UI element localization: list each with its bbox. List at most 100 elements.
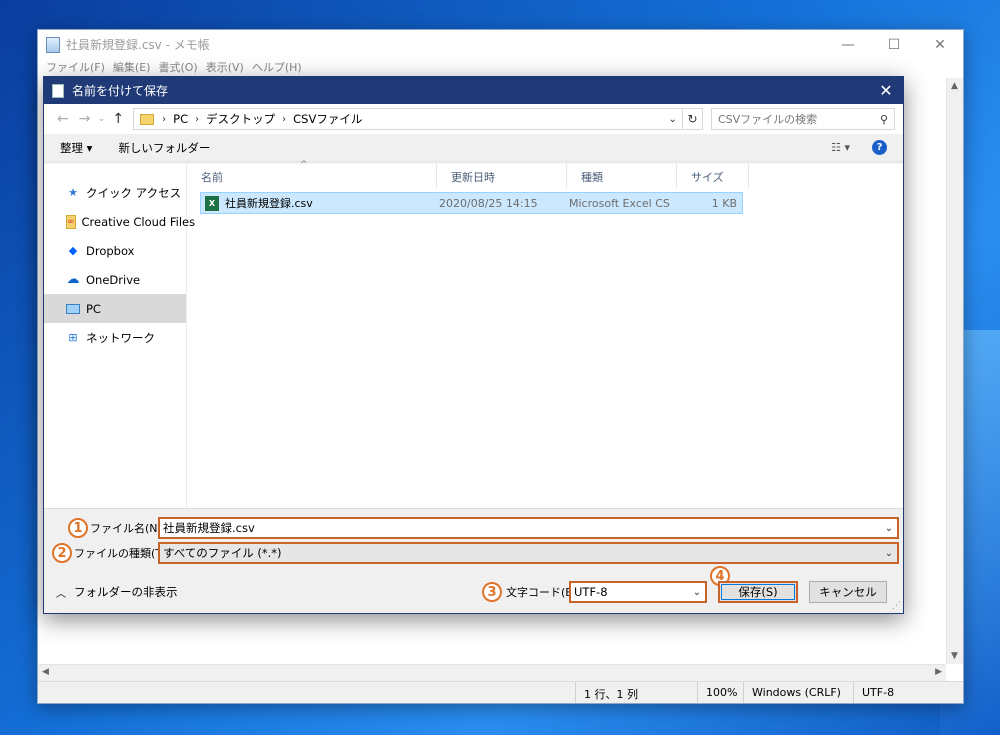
status-line-ending: Windows (CRLF)	[743, 682, 853, 703]
minimize-button[interactable]: —	[825, 30, 871, 59]
recent-dropdown-icon[interactable]: ⌄	[96, 114, 108, 124]
notepad-horizontal-scrollbar[interactable]: ◀ ▶	[38, 664, 946, 681]
file-modified: 2020/08/25 14:15	[439, 196, 538, 210]
notepad-vertical-scrollbar[interactable]: ▲ ▼	[946, 78, 963, 664]
chevron-down-icon[interactable]: ⌄	[881, 548, 897, 559]
encoding-row: 3 文字コード(E):	[482, 581, 580, 603]
chevron-down-icon[interactable]: ⌄	[662, 113, 682, 125]
nav-item-dropbox[interactable]: ◆ Dropbox	[44, 236, 186, 265]
column-header-modified[interactable]: 更新日時	[437, 164, 567, 188]
file-size: 1 KB	[711, 196, 737, 210]
save-as-dialog: 名前を付けて保存 ✕ ← → ⌄ ↑ › PC › デスクトップ › CSVファ…	[43, 76, 904, 614]
filetype-row: 2 ファイルの種類(T):	[52, 542, 170, 564]
back-icon[interactable]: ←	[52, 111, 74, 127]
file-list: ^ 名前 更新日時 種類 サイズ X 社員新規登録.csv 2020/08/25 …	[187, 160, 903, 508]
column-header-type[interactable]: 種類	[567, 164, 677, 188]
breadcrumb-pc[interactable]: PC	[173, 112, 188, 126]
chevron-right-icon: ›	[282, 113, 287, 125]
search-icon[interactable]: ⚲	[874, 113, 894, 126]
notepad-titlebar: 社員新規登録.csv - メモ帳 — ☐ ✕	[38, 30, 963, 59]
search-box[interactable]: CSVファイルの検索 ⚲	[710, 108, 896, 130]
filename-label: ファイル名(N):	[90, 522, 166, 535]
nav-item-label: OneDrive	[86, 272, 141, 287]
chevron-right-icon: ›	[195, 113, 200, 125]
nav-item-label: PC	[86, 301, 101, 316]
file-type: Microsoft Excel CS...	[569, 196, 671, 210]
filetype-value: すべてのファイル (*.*)	[163, 546, 282, 560]
network-icon: ⊞	[68, 331, 78, 344]
notepad-icon	[46, 36, 60, 53]
chevron-down-icon[interactable]: ⌄	[881, 523, 897, 534]
file-row[interactable]: X 社員新規登録.csv 2020/08/25 14:15 Microsoft E…	[200, 192, 743, 214]
dialog-title: 名前を付けて保存	[72, 84, 169, 98]
step-badge-1: 1	[68, 518, 88, 538]
new-folder-button[interactable]: 新しいフォルダー	[118, 140, 210, 156]
excel-csv-icon: X	[205, 196, 219, 212]
notepad-title: 社員新規登録.csv - メモ帳	[66, 38, 210, 52]
encoding-value: UTF-8	[574, 585, 608, 599]
scroll-left-icon[interactable]: ◀	[42, 667, 49, 677]
nav-item-quick-access[interactable]: ★ クイック アクセス	[44, 178, 186, 207]
command-bar: 整理 ▾ 新しいフォルダー ☷ ▾ ?	[44, 134, 903, 162]
view-options-icon[interactable]: ☷ ▾	[831, 141, 850, 154]
refresh-icon[interactable]: ↻	[683, 108, 703, 130]
dialog-icon	[52, 83, 64, 98]
notepad-statusbar: 1 行、1 列 100% Windows (CRLF) UTF-8	[38, 681, 963, 703]
navigation-pane: ★ クイック アクセス ∞ Creative Cloud Files ◆ Dro…	[44, 164, 195, 508]
close-button[interactable]: ✕	[917, 30, 963, 59]
save-button[interactable]: 保存(S)	[718, 581, 798, 603]
menu-edit[interactable]: 編集(E)	[109, 59, 155, 77]
filename-row: 1 ファイル名(N):	[68, 517, 166, 539]
encoding-select[interactable]: UTF-8 ⌄	[569, 581, 707, 603]
hide-folders-toggle[interactable]: ︿ フォルダーの非表示	[56, 584, 178, 600]
star-icon: ★	[68, 186, 78, 199]
scroll-up-icon[interactable]: ▲	[951, 81, 958, 91]
column-header-size[interactable]: サイズ	[677, 164, 749, 188]
forward-icon[interactable]: →	[74, 111, 96, 127]
breadcrumb-csv-folder[interactable]: CSVファイル	[293, 111, 362, 127]
breadcrumb-desktop[interactable]: デスクトップ	[206, 111, 275, 127]
filename-input[interactable]: 社員新規登録.csv ⌄	[158, 517, 899, 539]
up-icon[interactable]: ↑	[107, 111, 129, 127]
nav-item-creative-cloud[interactable]: ∞ Creative Cloud Files	[44, 207, 195, 236]
menu-view[interactable]: 表示(V)	[202, 59, 248, 77]
nav-item-network[interactable]: ⊞ ネットワーク	[44, 323, 186, 352]
nav-item-label: ネットワーク	[86, 330, 155, 345]
chevron-down-icon[interactable]: ⌄	[689, 587, 705, 598]
computer-icon	[66, 303, 80, 314]
navigation-bar: ← → ⌄ ↑ › PC › デスクトップ › CSVファイル ⌄ ↻ CSVフ…	[44, 104, 903, 134]
step-badge-3: 3	[482, 582, 502, 602]
column-headers: ^ 名前 更新日時 種類 サイズ	[187, 160, 903, 188]
browser-area: ★ クイック アクセス ∞ Creative Cloud Files ◆ Dro…	[44, 160, 903, 508]
nav-item-onedrive[interactable]: ☁ OneDrive	[44, 265, 186, 294]
cloud-icon: ☁	[66, 272, 80, 287]
maximize-button[interactable]: ☐	[871, 30, 917, 59]
save-form: 1 ファイル名(N): 社員新規登録.csv ⌄ 2 ファイルの種類(T): す…	[44, 508, 903, 613]
folder-icon	[140, 113, 155, 125]
menu-file[interactable]: ファイル(F)	[42, 59, 109, 77]
hide-folders-label: フォルダーの非表示	[74, 585, 178, 599]
filename-value: 社員新規登録.csv	[163, 521, 255, 535]
filetype-select[interactable]: すべてのファイル (*.*) ⌄	[158, 542, 899, 564]
nav-item-label: Creative Cloud Files	[81, 214, 196, 229]
address-bar[interactable]: › PC › デスクトップ › CSVファイル ⌄	[133, 108, 684, 130]
menu-help[interactable]: ヘルプ(H)	[248, 59, 306, 77]
dialog-close-button[interactable]: ✕	[869, 81, 903, 100]
resize-grip-icon[interactable]: ⋰	[892, 601, 901, 611]
nav-item-label: クイック アクセス	[86, 185, 182, 200]
column-header-name[interactable]: ^ 名前	[187, 160, 437, 188]
chevron-right-icon: ›	[162, 113, 167, 125]
step-badge-2: 2	[52, 543, 72, 563]
cancel-button[interactable]: キャンセル	[809, 581, 887, 603]
nav-item-pc[interactable]: PC	[44, 294, 186, 323]
menu-format[interactable]: 書式(O)	[154, 59, 201, 77]
nav-item-label: Dropbox	[86, 243, 135, 258]
dropbox-icon: ◆	[68, 244, 78, 257]
scroll-right-icon[interactable]: ▶	[935, 667, 942, 677]
dialog-titlebar: 名前を付けて保存 ✕	[44, 77, 903, 104]
help-icon[interactable]: ?	[872, 140, 887, 155]
organize-button[interactable]: 整理 ▾	[60, 140, 92, 156]
scroll-down-icon[interactable]: ▼	[951, 651, 958, 661]
file-name: 社員新規登録.csv	[225, 196, 313, 210]
chevron-up-icon: ︿	[56, 588, 66, 600]
